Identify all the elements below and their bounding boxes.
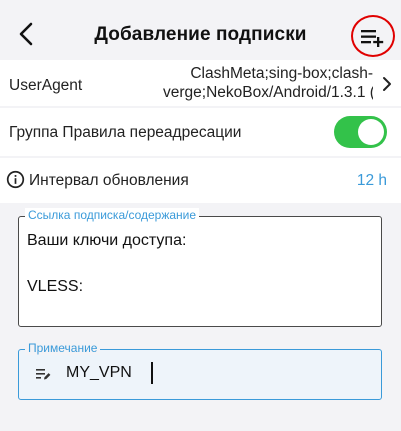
- top-app-bar: Добавление подписки: [0, 0, 401, 66]
- group-rules-row: Группа Правила переадресации: [0, 108, 401, 156]
- note-field[interactable]: Примечание MY_VPN: [18, 341, 382, 400]
- group-rules-label: Группа Правила переадресации: [9, 124, 242, 141]
- toggle-knob: [358, 119, 384, 145]
- text-cursor: [151, 362, 153, 384]
- user-agent-label: UserAgent: [9, 77, 83, 94]
- note-edit-icon: [36, 369, 51, 380]
- page-title: Добавление подписки: [94, 24, 307, 45]
- subscription-link-legend: Ссылка подписка/содержание: [25, 208, 200, 222]
- highlight-annotation-circle: [351, 15, 395, 57]
- subscription-link-content[interactable]: Ваши ключи доступа: VLESS:: [27, 229, 373, 298]
- update-interval-row[interactable]: Интервал обновления 12 h: [0, 158, 401, 203]
- note-input[interactable]: MY_VPN: [66, 364, 346, 382]
- user-agent-value: ClashMeta;sing-box;clash- verge;NekoBox/…: [163, 65, 373, 101]
- note-legend: Примечание: [25, 341, 101, 355]
- update-interval-value[interactable]: 12 h: [357, 172, 387, 190]
- chevron-right-icon: [383, 77, 391, 91]
- info-icon: [6, 170, 25, 189]
- group-rules-toggle[interactable]: [334, 116, 387, 148]
- subscription-link-field[interactable]: Ссылка подписка/содержание Ваши ключи до…: [18, 208, 382, 327]
- user-agent-row[interactable]: UserAgent ClashMeta;sing-box;clash- verg…: [0, 60, 401, 106]
- update-interval-label: Интервал обновления: [29, 172, 189, 189]
